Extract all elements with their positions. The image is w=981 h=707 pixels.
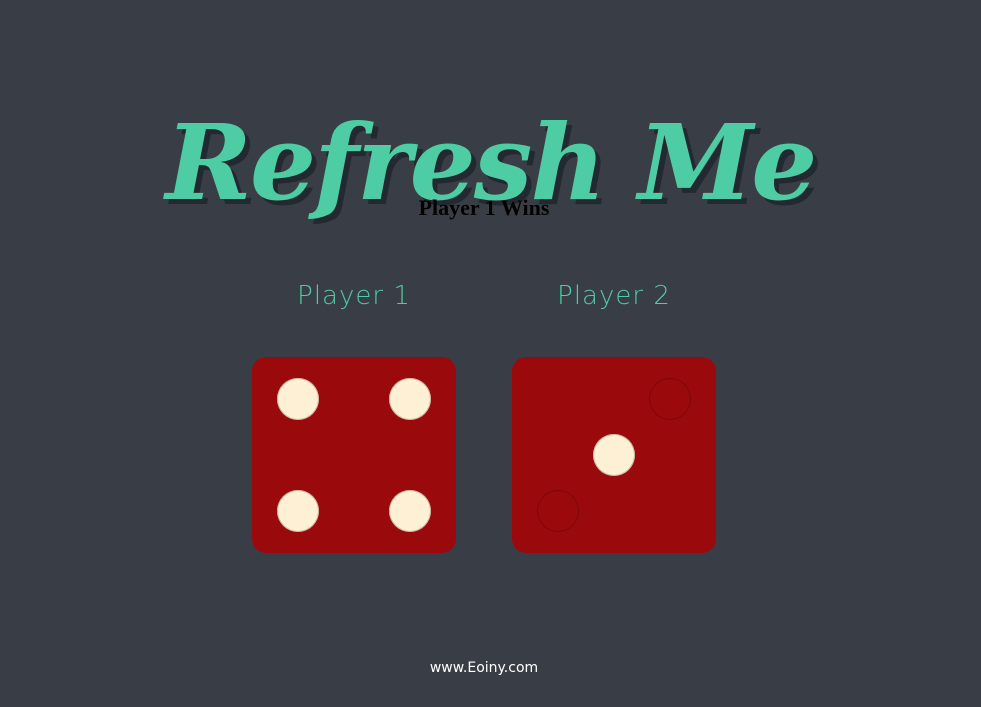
die-pip-hidden <box>649 378 691 420</box>
die-pip <box>593 434 635 476</box>
footer-site-link[interactable]: www.Eoiny.com <box>0 658 968 678</box>
die-pip <box>389 490 431 532</box>
player-2-die <box>512 357 716 553</box>
player-1-die <box>252 357 456 553</box>
player-2-label: Player 2 <box>557 281 671 311</box>
die-pip-hidden <box>537 490 579 532</box>
die-pip <box>277 490 319 532</box>
die-pip <box>277 378 319 420</box>
player-1-label: Player 1 <box>297 281 411 311</box>
game-result: Player 1 Wins <box>418 195 550 220</box>
die-pip <box>389 378 431 420</box>
